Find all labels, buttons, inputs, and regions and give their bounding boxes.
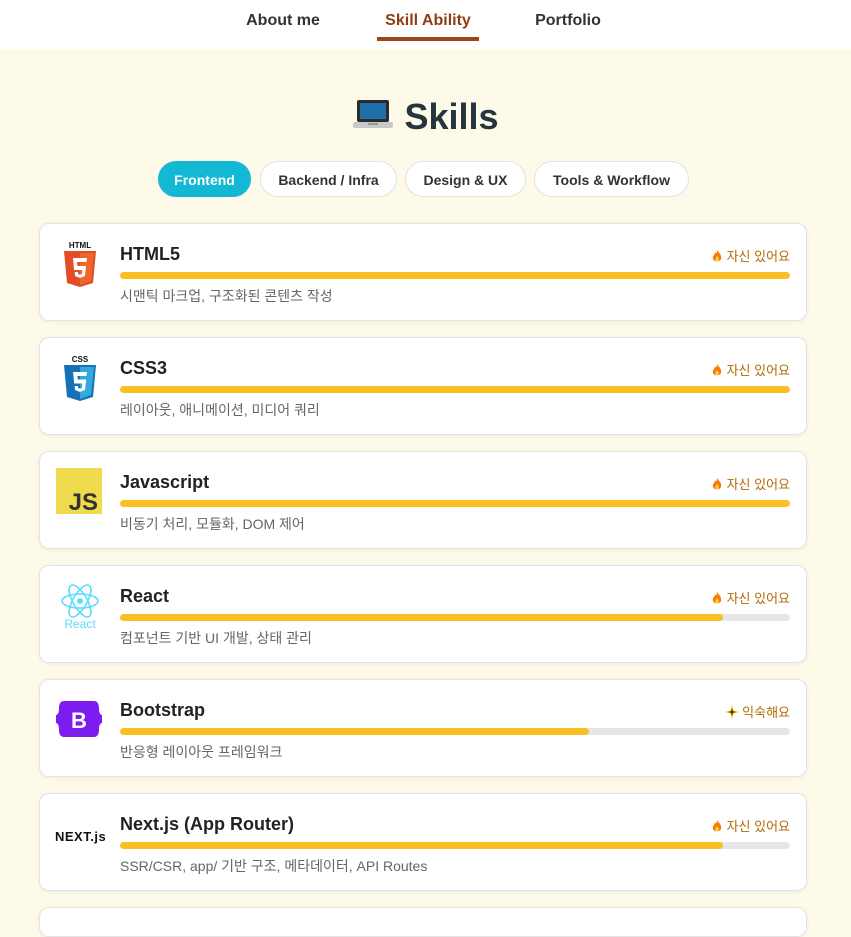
nextjs-logo-text: NEXT.js [55, 829, 105, 844]
skill-name: Bootstrap [120, 700, 205, 720]
tab-backend-infra[interactable]: Backend / Infra [260, 161, 397, 197]
bootstrap-logo: B [55, 695, 105, 745]
skill-progress-bar [120, 386, 790, 393]
css3-logo: CSS [55, 353, 105, 403]
html5-logo-text: HTML [69, 241, 91, 250]
tab-frontend[interactable]: Frontend [158, 161, 251, 197]
skill-progress-fill [120, 728, 589, 735]
skill-level-label: 자신 있어요 [726, 477, 790, 492]
skill-name: Next.js (App Router) [120, 814, 295, 834]
skill-description: 반응형 레이아웃 프레임워크 [120, 744, 283, 760]
skill-description: 시맨틱 마크업, 구조화된 콘텐츠 작성 [120, 288, 333, 304]
skill-level-label: 자신 있어요 [726, 591, 790, 606]
laptop-icon [352, 98, 394, 141]
skill-level: 익숙해요 [725, 702, 790, 721]
nav-portfolio[interactable]: Portfolio [530, 10, 606, 40]
skill-name: HTML5 [120, 244, 180, 264]
skill-card-react: React React 자신 있어요 컴포넌트 기반 UI 개발, 상태 관리 [39, 565, 807, 663]
fire-icon [710, 477, 724, 491]
skill-card-next [39, 907, 807, 937]
skill-progress-bar [120, 614, 790, 621]
skill-level-label: 자신 있어요 [726, 819, 790, 834]
skill-level: 자신 있어요 [710, 588, 790, 607]
skill-description: 레이아웃, 애니메이션, 미디어 쿼리 [120, 402, 320, 418]
javascript-logo-text: JS [69, 489, 98, 516]
skill-progress-bar [120, 500, 790, 507]
fire-icon [710, 591, 724, 605]
fire-icon [710, 363, 724, 377]
title-text: Skills [404, 96, 499, 137]
skill-category-tabs: Frontend Backend / Infra Design & UX Too… [0, 161, 851, 199]
skill-progress-fill [120, 614, 723, 621]
react-logo: React [55, 581, 105, 631]
nav-skill-ability[interactable]: Skill Ability [377, 10, 479, 41]
sparkle-icon [725, 705, 740, 719]
javascript-logo: JS [55, 467, 105, 517]
skill-level-label: 자신 있어요 [726, 363, 790, 378]
skill-level: 자신 있어요 [710, 816, 790, 835]
skill-progress-bar [120, 728, 790, 735]
skill-progress-bar [120, 272, 790, 279]
css3-logo-text: CSS [72, 355, 89, 364]
skill-card-css3: CSS CSS3 자신 있어요 레이아웃, 애니메이션, 미디어 쿼리 [39, 337, 807, 435]
tab-tools-workflow[interactable]: Tools & Workflow [534, 161, 689, 197]
skill-level-label: 자신 있어요 [726, 249, 790, 264]
tab-design-ux[interactable]: Design & UX [405, 161, 526, 197]
skill-level-label: 익숙해요 [742, 705, 790, 720]
skill-card-nextjs: NEXT.js Next.js (App Router) 자신 있어요 SSR/… [39, 793, 807, 891]
skill-level: 자신 있어요 [710, 360, 790, 379]
skill-card-html5: HTML HTML5 자신 있어요 시맨틱 마크업, 구조화된 콘텐츠 작성 [39, 223, 807, 321]
react-logo-text: React [64, 617, 96, 631]
skill-progress-fill [120, 272, 790, 279]
skill-level: 자신 있어요 [710, 246, 790, 265]
skill-progress-fill [120, 500, 790, 507]
nav-about-me[interactable]: About me [240, 10, 326, 40]
fire-icon [710, 249, 724, 263]
page-title: Skills [0, 96, 851, 141]
skill-name: React [120, 586, 170, 606]
skill-name: CSS3 [120, 358, 168, 378]
skill-progress-fill [120, 842, 723, 849]
bootstrap-logo-text: B [71, 708, 87, 733]
skill-description: 컴포넌트 기반 UI 개발, 상태 관리 [120, 630, 312, 646]
html5-logo: HTML [55, 239, 105, 289]
fire-icon [710, 819, 724, 833]
skill-progress-fill [120, 386, 790, 393]
top-navigation: About me Skill Ability Portfolio [0, 0, 851, 49]
skill-description: SSR/CSR, app/ 기반 구조, 메타데이터, API Routes [120, 858, 428, 874]
skill-name: Javascript [120, 472, 210, 492]
skill-description: 비동기 처리, 모듈화, DOM 제어 [120, 516, 305, 532]
skill-card-bootstrap: B Bootstrap 익숙해요 반응형 레이아웃 프레임워크 [39, 679, 807, 777]
skill-progress-bar [120, 842, 790, 849]
skill-level: 자신 있어요 [710, 474, 790, 493]
skill-card-javascript: JS Javascript 자신 있어요 비동기 처리, 모듈화, DOM 제어 [39, 451, 807, 549]
nextjs-logo: NEXT.js [55, 809, 106, 859]
